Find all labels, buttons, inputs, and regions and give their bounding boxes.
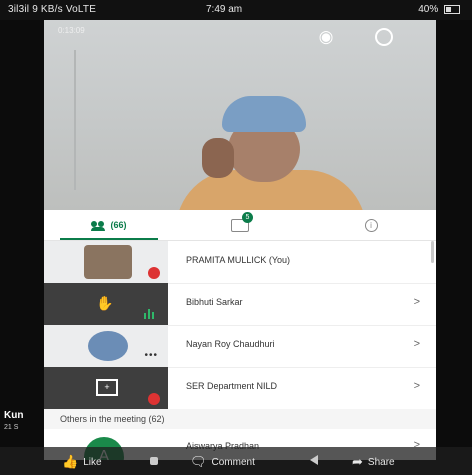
- action-bar: 👍 Like 🗨 Comment ➦ Share: [0, 447, 472, 475]
- presentation-icon: +: [96, 379, 118, 396]
- network-status: 3il3il 9 KB/s VoLTE: [8, 4, 97, 15]
- status-bar: 3il3il 9 KB/s VoLTE 7:49 am 40%: [0, 0, 472, 20]
- home-icon[interactable]: [150, 457, 158, 465]
- participant-tile: +: [44, 367, 168, 409]
- participant-row[interactable]: + SER Department NILD >: [44, 367, 436, 410]
- participant-name: Bibhuti Sarkar: [186, 297, 243, 307]
- more-options-icon[interactable]: •••: [144, 350, 158, 361]
- tab-chat[interactable]: 5: [175, 210, 305, 240]
- mic-off-icon: [148, 267, 160, 279]
- pin-icon[interactable]: [372, 28, 396, 46]
- chevron-right-icon[interactable]: >: [414, 296, 420, 308]
- main-video[interactable]: 0:13:09 ◉ ⋮: [44, 20, 436, 210]
- speaker-hand: [202, 138, 234, 178]
- audio-level-icon: [144, 309, 156, 319]
- share-icon: ➦: [352, 454, 363, 469]
- others-heading: Others in the meeting (62): [60, 414, 165, 424]
- like-button[interactable]: 👍 Like: [62, 454, 102, 470]
- section-header: Others in the meeting (62): [44, 409, 436, 429]
- participant-row[interactable]: PRAMITA MULLICK (You): [44, 241, 436, 284]
- participant-tile: [44, 241, 168, 283]
- meeting-timer: 0:13:09: [58, 26, 85, 35]
- background-wall: [74, 50, 76, 190]
- participant-name: PRAMITA MULLICK (You): [186, 255, 291, 265]
- feed-author: Kun: [4, 410, 24, 421]
- chevron-right-icon[interactable]: >: [414, 338, 420, 350]
- thumbs-up-icon: 👍: [62, 454, 79, 469]
- tab-bar: (66) 5 i: [44, 210, 436, 241]
- participant-row[interactable]: ••• Nayan Roy Chaudhuri >: [44, 325, 436, 368]
- battery-status: 40%: [418, 4, 460, 15]
- tag-icon[interactable]: ◉: [314, 28, 338, 46]
- participant-list[interactable]: PRAMITA MULLICK (You) ✋ Bibhuti Sarkar >…: [44, 241, 436, 460]
- participant-tile: ✋: [44, 283, 168, 325]
- battery-icon: [444, 4, 460, 14]
- tab-people[interactable]: (66): [44, 210, 174, 240]
- meeting-app: 0:13:09 ◉ ⋮ (66) 5 i P: [44, 20, 436, 460]
- chevron-right-icon[interactable]: >: [414, 380, 420, 392]
- share-label: Share: [367, 456, 395, 468]
- share-button[interactable]: ➦ Share: [352, 454, 395, 470]
- participant-name: Nayan Roy Chaudhuri: [186, 339, 275, 349]
- battery-percent: 40%: [418, 4, 439, 15]
- chat-badge: 5: [242, 211, 253, 223]
- avatar: [84, 245, 132, 279]
- participant-name: SER Department NILD: [186, 381, 278, 391]
- raised-hand-icon: ✋: [96, 295, 114, 311]
- back-icon[interactable]: [310, 455, 318, 465]
- comment-label: Comment: [211, 456, 255, 468]
- like-label: Like: [83, 456, 102, 468]
- clock: 7:49 am: [206, 4, 243, 15]
- avatar: [88, 331, 128, 361]
- info-icon: i: [364, 218, 378, 232]
- comment-icon: 🗨: [190, 454, 207, 469]
- participant-tile: •••: [44, 325, 168, 367]
- people-icon: [91, 220, 106, 231]
- chat-icon: 5: [231, 211, 253, 232]
- people-count: (66): [110, 220, 127, 230]
- speaker-cap: [222, 96, 306, 132]
- participant-row[interactable]: ✋ Bibhuti Sarkar >: [44, 283, 436, 326]
- mic-off-icon: [148, 393, 160, 405]
- feed-time: 21 S: [4, 424, 19, 431]
- comment-button[interactable]: 🗨 Comment: [190, 454, 255, 470]
- tab-info[interactable]: i: [306, 210, 436, 240]
